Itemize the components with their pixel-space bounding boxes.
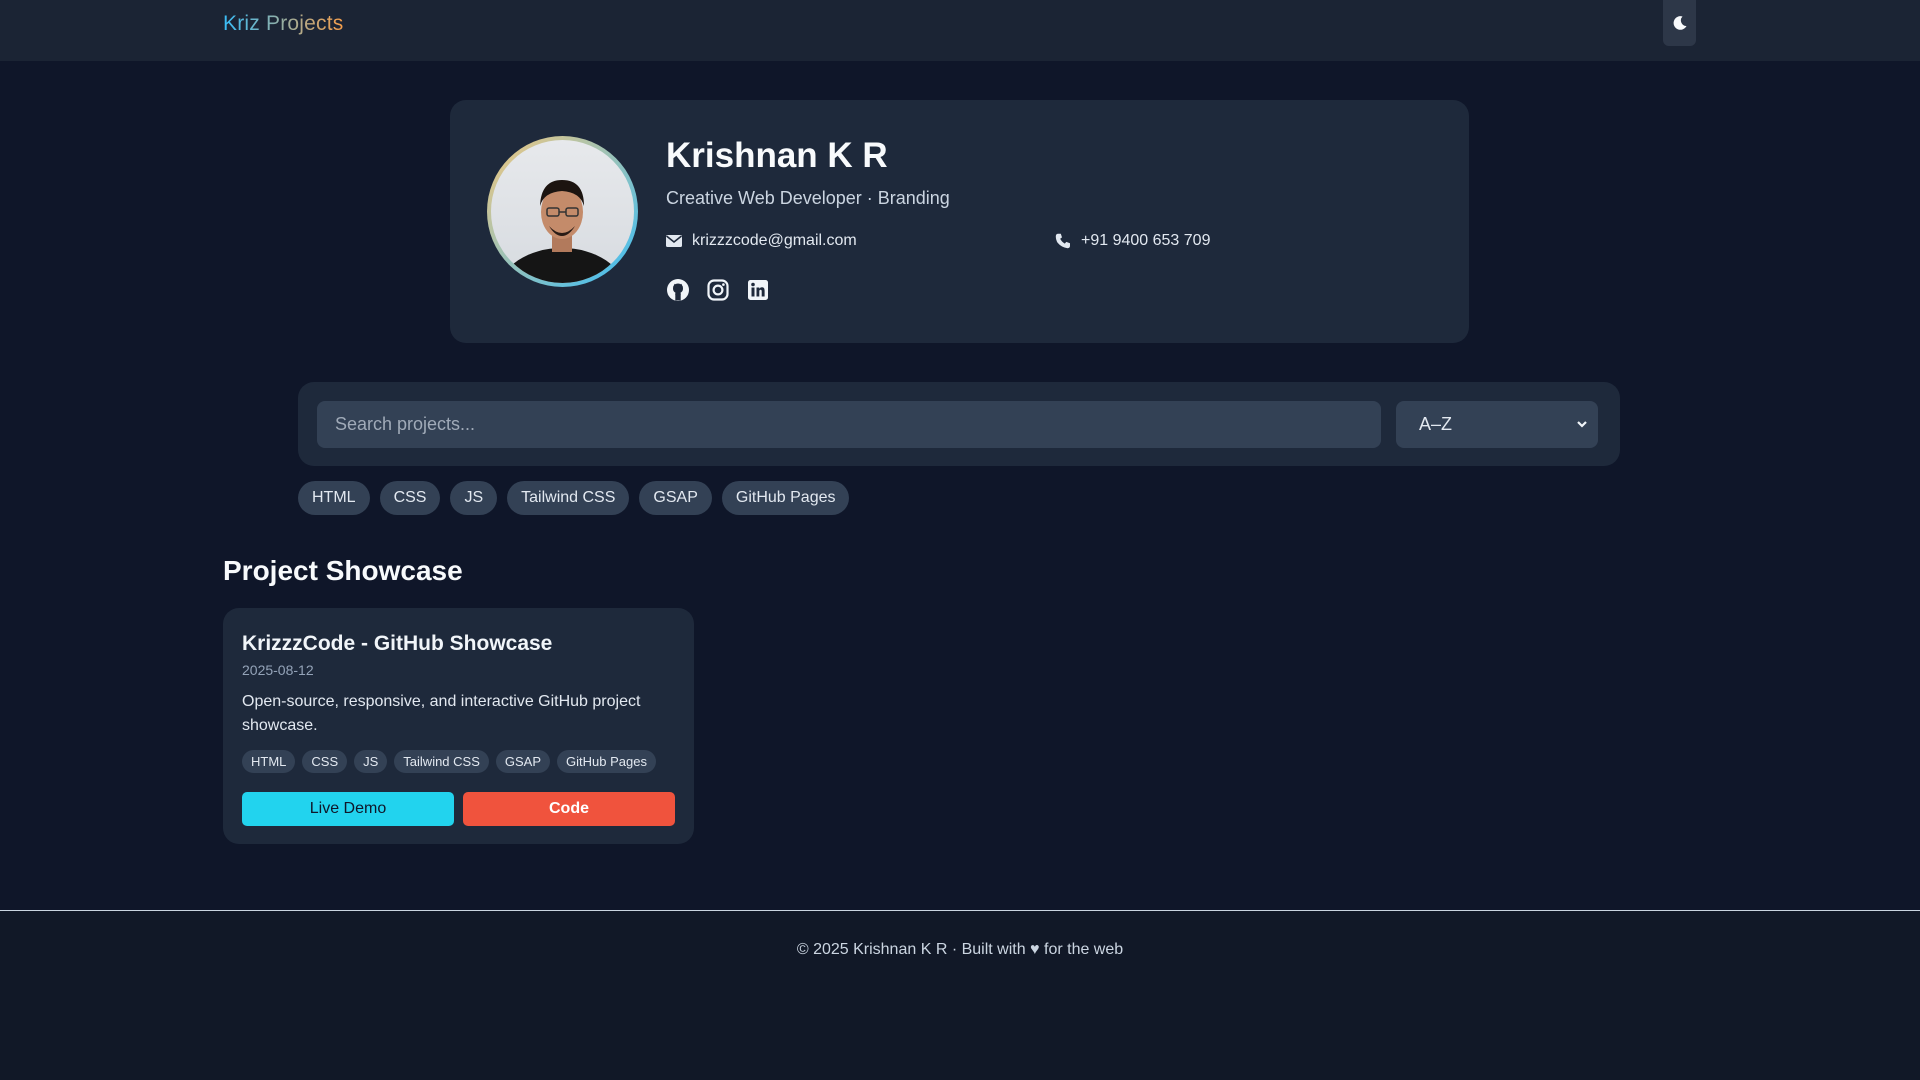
project-tag: HTML: [242, 750, 296, 773]
instagram-icon: [707, 279, 729, 301]
filter-chip-gsap[interactable]: GSAP: [639, 481, 712, 515]
code-button[interactable]: Code: [463, 792, 675, 826]
profile-photo: [491, 140, 634, 283]
footer-text: © 2025 Krishnan K R · Built with ♥ for t…: [796, 941, 1124, 958]
filter-chip-github-pages[interactable]: GitHub Pages: [721, 481, 850, 515]
project-date: 2025-08-12: [242, 662, 314, 678]
theme-toggle-button[interactable]: [1663, 0, 1696, 46]
project-tag: Tailwind CSS: [394, 750, 489, 773]
sort-select[interactable]: A–Z: [1396, 401, 1598, 448]
contact-phone[interactable]: +91 9400 653 709: [1055, 232, 1210, 250]
top-navbar: Kriz Projects: [0, 0, 1920, 61]
chevron-down-icon: [1577, 421, 1587, 428]
project-tag: GSAP: [495, 750, 551, 773]
search-input[interactable]: [317, 401, 1381, 448]
filter-chip-js[interactable]: JS: [450, 481, 498, 515]
phone-icon: [1055, 233, 1070, 249]
project-description: Open-source, responsive, and interactive…: [242, 693, 641, 734]
contact-email[interactable]: krizzzcode@gmail.com: [666, 232, 857, 250]
project-tags: HTML CSS JS Tailwind CSS GSAP GitHub Pag…: [242, 750, 656, 773]
linkedin-link[interactable]: [746, 278, 770, 302]
filter-chip-html[interactable]: HTML: [298, 481, 370, 515]
search-panel: A–Z: [298, 382, 1620, 466]
email-text: krizzzcode@gmail.com: [692, 232, 857, 249]
footer: © 2025 Krishnan K R · Built with ♥ for t…: [0, 911, 1920, 1080]
filter-chips: HTML CSS JS Tailwind CSS GSAP GitHub Pag…: [298, 481, 850, 515]
project-tag: CSS: [302, 750, 348, 773]
sort-selected-value: A–Z: [1419, 414, 1453, 434]
filter-chip-tailwind[interactable]: Tailwind CSS: [507, 481, 630, 515]
live-demo-button[interactable]: Live Demo: [242, 792, 454, 826]
linkedin-icon: [748, 280, 768, 300]
brand-logo-link[interactable]: Kriz Projects: [223, 12, 343, 36]
avatar: [487, 136, 638, 287]
filter-chip-css[interactable]: CSS: [379, 481, 441, 515]
moon-icon: [1673, 16, 1686, 30]
project-tag: GitHub Pages: [557, 750, 656, 773]
github-link[interactable]: [666, 278, 690, 302]
instagram-link[interactable]: [706, 278, 730, 302]
phone-text: +91 9400 653 709: [1081, 232, 1211, 249]
project-title: KrizzzCode - GitHub Showcase: [242, 632, 553, 655]
profile-name: Krishnan K R: [666, 136, 888, 175]
project-card: KrizzzCode - GitHub Showcase 2025-08-12 …: [223, 608, 694, 844]
section-title: Project Showcase: [223, 555, 463, 586]
profile-role: Creative Web Developer · Branding: [666, 188, 950, 208]
profile-card: Krishnan K R Creative Web Developer · Br…: [450, 100, 1469, 343]
github-icon: [667, 279, 689, 301]
envelope-icon: [666, 235, 682, 247]
project-tag: JS: [354, 750, 388, 773]
social-links: [666, 278, 770, 302]
